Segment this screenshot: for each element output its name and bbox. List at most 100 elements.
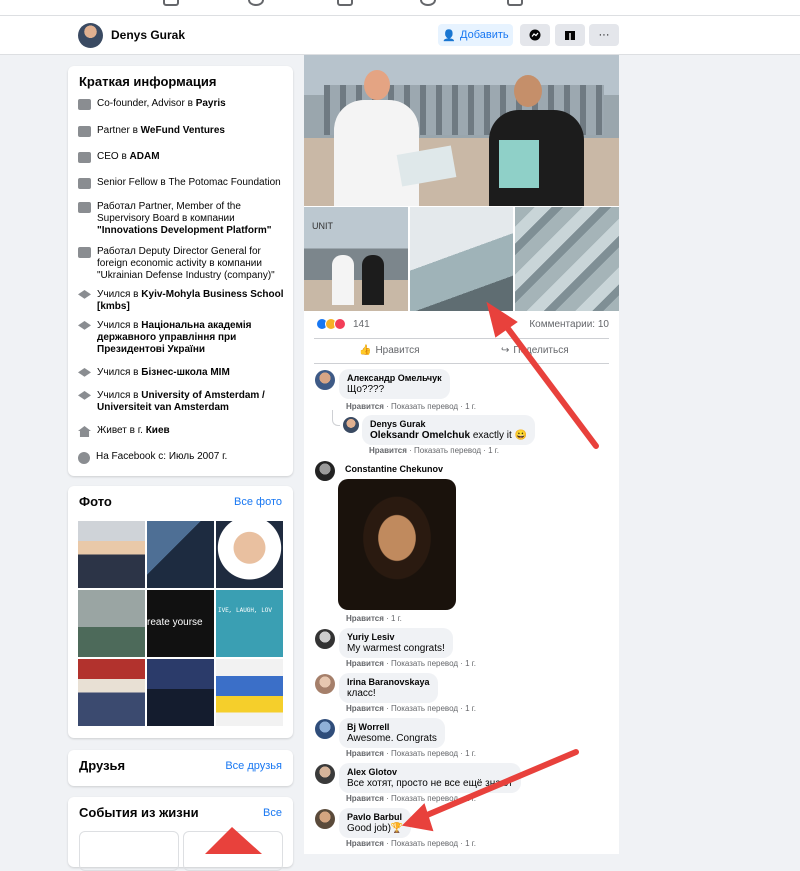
comment-author[interactable]: Irina Baranovskaya [347,677,430,687]
intro-item-link[interactable]: WeFund Ventures [141,125,225,136]
life-events-card: События из жизни Все [68,797,293,871]
comment-meta-rest[interactable]: · Показать перевод · 1 г. [386,794,476,803]
post-photo-thumbnail[interactable]: UNIT [304,207,408,311]
post-main-photo[interactable] [304,55,619,206]
photo-thumbnail[interactable] [147,521,214,588]
intro-item-label: Учился в [97,289,139,300]
comment-author[interactable]: Alex Glotov [347,767,513,777]
comment-meta-rest[interactable]: · Показать перевод · 1 г. [386,839,476,848]
life-event-tile[interactable] [183,831,283,871]
avatar[interactable] [315,674,335,694]
avatar[interactable] [78,23,103,48]
briefcase-icon [78,178,91,189]
comment-like-link[interactable]: Нравится [346,614,384,623]
avatar[interactable] [315,764,335,784]
photo-thumbnail[interactable] [216,521,283,588]
post-photo-thumbnail[interactable] [515,207,619,311]
comment-author[interactable]: Yuriy Lesiv [347,632,445,642]
comment-meta-rest[interactable]: · Показать перевод · 1 г. [386,749,476,758]
intro-item-text: Учился в Kyiv-Mohyla Business School [km… [97,289,288,313]
photo-thumbnail[interactable] [78,590,145,657]
intro-item-link[interactable]: "Innovations Development Platform" [97,225,272,236]
comment-meta: Нравится · Показать перевод · 1 г. [369,446,499,455]
comment-author[interactable]: Constantine Chekunov [345,464,443,474]
add-friend-label: Добавить [460,29,509,41]
avatar[interactable] [315,370,335,390]
comment-author[interactable]: Pavlo Barbul [347,812,403,822]
briefcase-icon [78,126,91,137]
photo-thumbnail[interactable] [216,659,283,726]
comment-meta-rest[interactable]: · Показать перевод · 1 г. [409,446,499,455]
comment-like-link[interactable]: Нравится [346,659,384,668]
avatar[interactable] [315,809,335,829]
message-button[interactable] [520,24,550,46]
photo-thumbnail[interactable]: reate yourse [147,590,214,657]
comment-meta: Нравится · Показать перевод · 1 г. [346,794,476,803]
photo-thumbnail[interactable] [78,521,145,588]
comment-text: Що???? [347,384,385,395]
gaming-icon[interactable] [507,0,523,6]
like-button[interactable]: 👍 Нравится [359,345,420,356]
all-friends-link[interactable]: Все друзья [225,760,282,772]
comment-meta: Нравится · Показать перевод · 1 г. [346,704,476,713]
comment-like-link[interactable]: Нравится [346,839,384,848]
add-person-icon: 👤 [442,29,457,42]
intro-item-label: Учился в [97,320,139,331]
gift-icon [565,31,575,40]
post-photo-thumbnail[interactable] [410,207,513,311]
gift-button[interactable] [555,24,585,46]
comment-like-link[interactable]: Нравится [346,704,384,713]
photo-thumbnail[interactable] [78,659,145,726]
all-photos-link[interactable]: Все фото [234,496,282,508]
comment-like-link[interactable]: Нравится [346,749,384,758]
intro-item-text: Учился в Бізнес-школа MIM [97,367,230,379]
intro-item: Partner в WeFund Ventures [78,125,288,137]
home-icon[interactable] [163,0,179,6]
comments-count[interactable]: Комментарии: 10 [529,319,609,330]
photo-thumbnail[interactable]: IVE, LAUGH, LOV [216,590,283,657]
home-icon [78,426,91,437]
comment-gif-image[interactable] [338,479,456,610]
comment-like-link[interactable]: Нравится [369,446,407,455]
comment-mention[interactable]: Oleksandr Omelchuk [370,430,470,441]
comment-author[interactable]: Denys Gurak [370,419,527,429]
intro-item-text: Senior Fellow в The Potomac Foundation [97,177,281,189]
comment-meta-rest[interactable]: · Показать перевод · 1 г. [386,659,476,668]
intro-item-text: Живет в г. Киев [97,425,170,437]
share-button[interactable]: ↪ Поделиться [501,345,569,356]
avatar[interactable] [343,417,359,433]
intro-item-label: Partner в [97,125,138,136]
friends-title: Друзья [79,758,126,773]
photo-thumbnail[interactable] [147,659,214,726]
avatar[interactable] [315,719,335,739]
life-event-tile[interactable] [79,831,179,871]
avatar[interactable] [315,629,335,649]
intro-item-link[interactable]: Киев [146,425,170,436]
reactions-summary[interactable]: 141 [316,318,370,330]
add-friend-button[interactable]: 👤 Добавить [438,24,513,46]
graduation-cap-icon [78,368,91,377]
comment-author[interactable]: Александр Омельчук [347,373,442,383]
friends-icon[interactable] [248,0,264,6]
top-navigation [0,0,800,16]
comment-meta-rest[interactable]: · Показать перевод · 1 г. [386,402,476,411]
intro-item-link[interactable]: ADAM [130,151,160,162]
more-options-button[interactable]: ··· [589,24,619,46]
intro-item-link[interactable]: Бізнес-школа MIM [141,367,230,378]
intro-item-link[interactable]: Payris [196,98,226,109]
groups-icon[interactable] [420,0,436,6]
photo-sign-text: UNIT [312,221,333,231]
comment-bubble: Alex Glotov Все хотят, просто не все ещё … [339,763,521,793]
comment-text: класс! [347,688,376,699]
comment-like-link[interactable]: Нравится [346,402,384,411]
watch-icon[interactable] [337,0,353,6]
comment-meta-rest[interactable]: · Показать перевод · 1 г. [386,704,476,713]
comment-meta-rest[interactable]: · 1 г. [386,614,402,623]
all-life-events-link[interactable]: Все [263,807,282,819]
comment-bubble: Bj Worrell Awesome. Congrats [339,718,445,748]
post: UNIT 141 Комментарии: 10 👍 Нравится ↪ По… [304,55,619,854]
profile-name[interactable]: Denys Gurak [111,28,185,42]
avatar[interactable] [315,461,335,481]
comment-author[interactable]: Bj Worrell [347,722,437,732]
comment-like-link[interactable]: Нравится [346,794,384,803]
